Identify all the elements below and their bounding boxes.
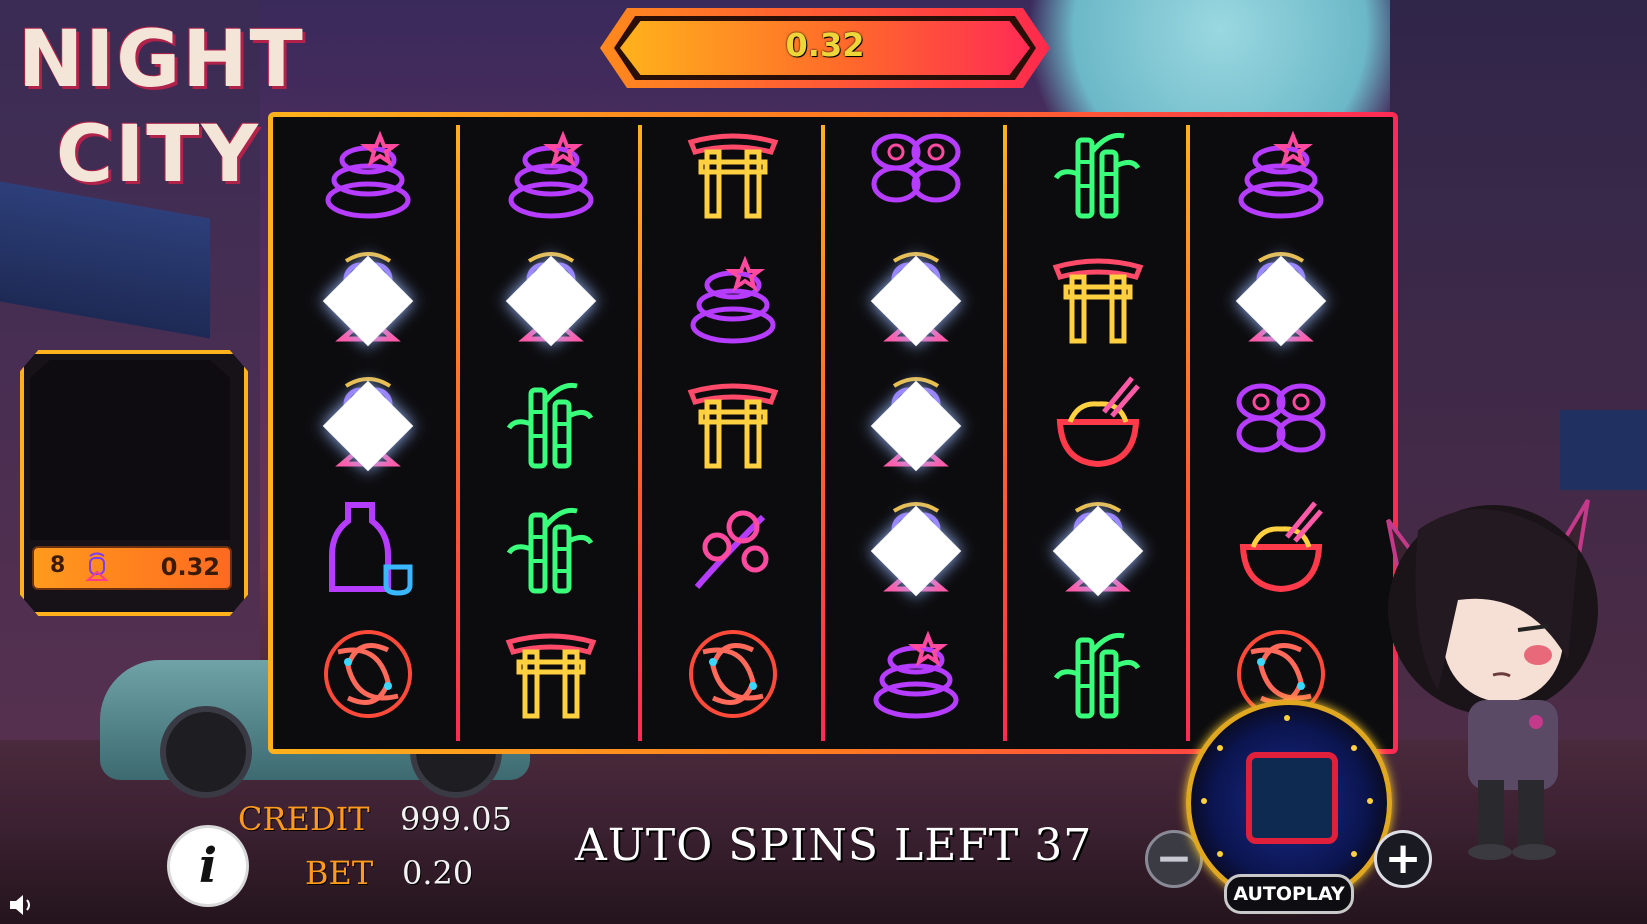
reel-3 [642, 117, 824, 749]
mascot-character [1386, 498, 1598, 860]
bamboo-icon [501, 497, 601, 597]
noodles-icon [1231, 497, 1331, 597]
autoplay-button[interactable]: AUTOPLAY [1224, 874, 1354, 914]
win-history-screen [30, 360, 230, 540]
reel-divider [820, 125, 825, 741]
reel-grid [268, 112, 1398, 754]
reel-4 [825, 117, 1007, 749]
logo-line-1: NIGHT [18, 15, 305, 105]
lantern-icon [866, 497, 966, 597]
torii-icon [501, 622, 601, 722]
sound-icon[interactable] [8, 892, 38, 918]
bamboo-icon [1048, 622, 1148, 722]
sushi-icon [1231, 372, 1331, 472]
background-awning-right [1560, 410, 1647, 490]
bamboo-icon [501, 372, 601, 472]
logo-line-2: CITY [56, 110, 260, 200]
stones-icon [866, 622, 966, 722]
lantern-icon [85, 552, 109, 581]
stones-icon [318, 122, 418, 222]
koi-icon [683, 622, 783, 722]
win-history-row: 8 0.32 [32, 546, 232, 590]
reel-divider [1185, 125, 1190, 741]
lantern-icon [501, 247, 601, 347]
lantern-icon [318, 372, 418, 472]
lantern-icon [1048, 497, 1148, 597]
sushi-icon [866, 122, 966, 222]
torii-icon [683, 122, 783, 222]
win-amount: 0.32 [785, 26, 865, 64]
reel-2 [460, 117, 642, 749]
bet-label: BET [305, 854, 374, 892]
win-symbol-count: 8 [50, 553, 66, 578]
lantern-icon [866, 247, 966, 347]
game-logo: NIGHT CITY [18, 20, 303, 210]
reel-1 [277, 117, 459, 749]
win-symbol-amount: 0.32 [160, 553, 220, 581]
reel-divider [455, 125, 460, 741]
reel-divider [638, 125, 642, 741]
sake-icon [318, 497, 418, 597]
reel-6 [1190, 117, 1372, 749]
stones-icon [501, 122, 601, 222]
torii-icon [683, 372, 783, 472]
info-button[interactable]: i [170, 828, 246, 904]
blossom-icon [683, 497, 783, 597]
bamboo-icon [1048, 122, 1148, 222]
credit-value: 999.05 [400, 800, 512, 838]
win-display: 0.32 [600, 8, 1050, 88]
noodles-icon [1048, 372, 1148, 472]
reel-5 [1007, 117, 1189, 749]
koi-icon [318, 622, 418, 722]
stones-icon [1231, 122, 1331, 222]
lantern-icon [318, 247, 418, 347]
auto-spins-left: AUTO SPINS LEFT 37 [575, 820, 1093, 871]
stones-icon [683, 247, 783, 347]
lantern-icon [866, 372, 966, 472]
stop-icon [1246, 752, 1338, 844]
torii-icon [1048, 247, 1148, 347]
credit-label: CREDIT [238, 800, 370, 838]
bet-value: 0.20 [402, 854, 474, 892]
lantern-icon [1231, 247, 1331, 347]
reel-divider [1003, 125, 1007, 741]
